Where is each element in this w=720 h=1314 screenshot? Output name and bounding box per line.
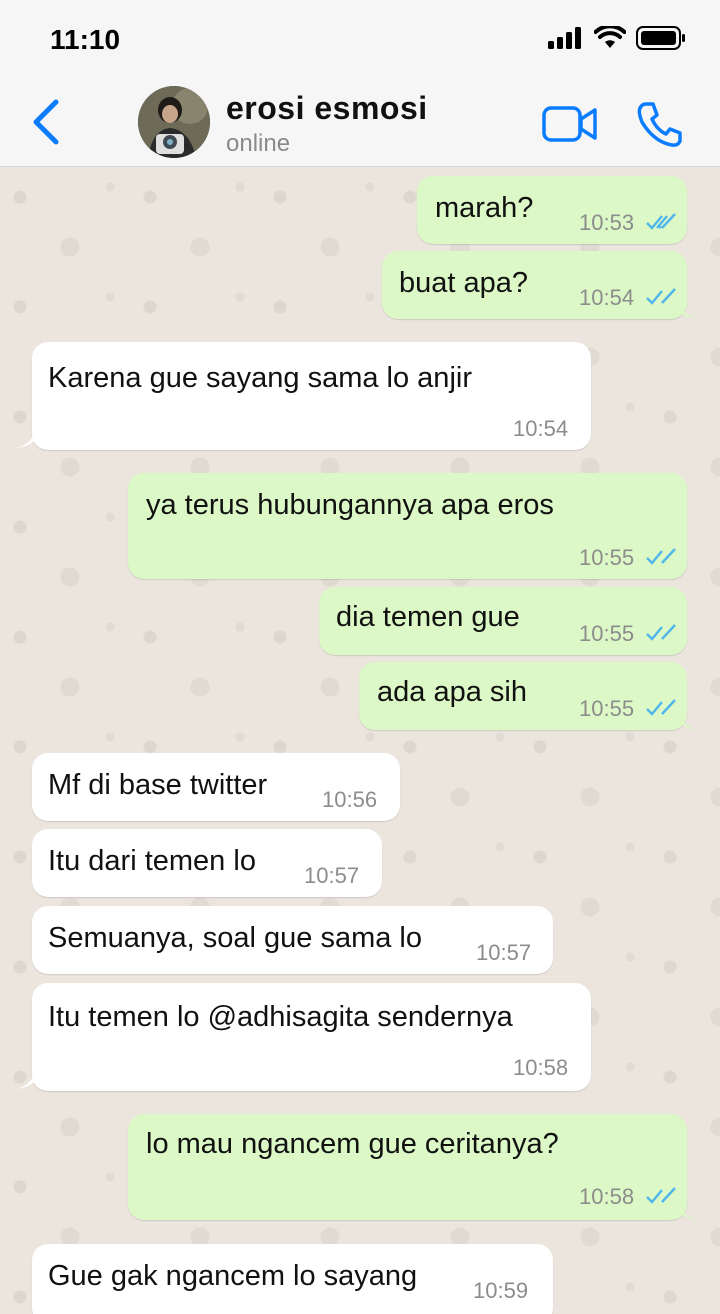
message-bubble-incoming[interactable]: Itu temen lo @adhisagita sendernya 10:58 [16,983,591,1091]
message-time: 10:58 [579,1184,635,1209]
chat-area[interactable]: marah? 10:53 buat apa? 10:54 Karena gue … [0,167,720,1314]
message-time: 10:53 [579,210,635,235]
message-time: 10:55 [579,621,635,646]
read-ticks-icon [646,1187,676,1204]
message-bubble-outgoing[interactable]: marah? 10:53 [417,176,687,244]
message-text: Itu temen lo @adhisagita sendernya [48,1001,513,1033]
message-time: 10:55 [579,545,635,570]
message-bubble-incoming[interactable]: Itu dari temen lo 10:57 [32,829,382,897]
status-icons [548,26,686,50]
message-time: 10:58 [513,1055,569,1080]
message-bubble-outgoing[interactable]: buat apa? 10:54 [382,251,698,319]
read-ticks-icon [646,624,676,641]
contact-name[interactable]: erosi esmosi [226,90,428,127]
bubble-tail [16,1067,36,1089]
message-time: 10:54 [579,285,635,310]
avatar[interactable] [138,86,210,158]
signal-icon [548,27,581,49]
message-time: 10:55 [579,696,635,721]
message-bubble-incoming[interactable]: Karena gue sayang sama lo anjir 10:54 [16,342,591,450]
chat-header: erosi esmosi online [0,78,720,167]
message-bubble-incoming[interactable]: Mf di base twitter 10:56 [32,753,400,821]
bubble-tail [678,1198,698,1220]
message-text: dia temen gue [336,601,520,633]
message-bubble-outgoing[interactable]: lo mau ngancem gue ceritanya? 10:58 [128,1114,698,1220]
message-text: buat apa? [399,267,529,299]
message-text: marah? [435,192,534,224]
status-bar: 11:10 [0,0,720,78]
bubble-tail [678,708,698,730]
message-time: 10:54 [513,416,569,441]
battery-icon [636,26,685,50]
wifi-icon [594,26,626,48]
message-time: 10:59 [473,1278,529,1303]
bubble-tail [16,426,36,448]
message-time: 10:56 [322,787,378,812]
message-bubble-incoming[interactable]: Gue gak ngancem lo sayang 10:59 [32,1244,553,1314]
avatar-image [138,86,210,158]
back-icon[interactable] [28,96,64,148]
bubble-tail [678,297,698,319]
message-time: 10:57 [304,863,360,888]
message-text: Mf di base twitter [48,769,268,801]
message-text: ada apa sih [377,676,527,708]
message-text: Gue gak ngancem lo sayang [48,1260,418,1292]
contact-status: online [226,130,291,157]
message-bubble-outgoing[interactable]: ada apa sih 10:55 [359,662,698,730]
message-text: lo mau ngancem gue ceritanya? [146,1128,559,1160]
read-ticks-icon [646,548,676,565]
video-call-icon[interactable] [542,104,598,144]
message-text: Semuanya, soal gue sama lo [48,922,422,954]
read-ticks-icon [646,699,676,716]
read-ticks-icon [646,288,676,305]
message-text: ya terus hubungannya apa eros [146,489,554,521]
phone-call-icon[interactable] [636,100,682,148]
status-time: 11:10 [50,24,121,55]
message-bubble-incoming[interactable]: Semuanya, soal gue sama lo 10:57 [32,906,553,974]
message-time: 10:57 [476,940,532,965]
message-bubble-outgoing[interactable]: dia temen gue 10:55 [319,587,687,655]
message-bubble-outgoing[interactable]: ya terus hubungannya apa eros 10:55 [128,473,687,579]
message-text: Karena gue sayang sama lo anjir [48,362,472,394]
message-text: Itu dari temen lo [48,845,256,877]
read-ticks-icon [646,213,676,230]
